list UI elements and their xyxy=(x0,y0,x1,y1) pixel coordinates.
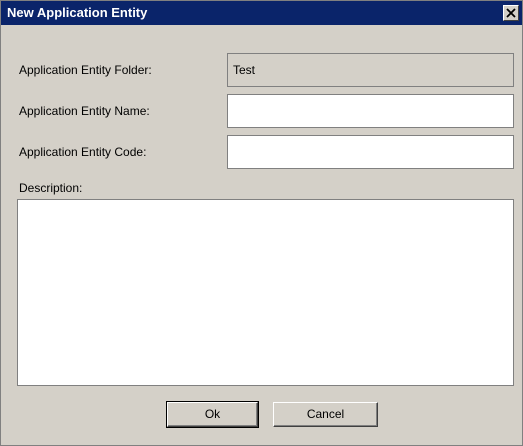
dialog-window: New Application Entity Application Entit… xyxy=(0,0,523,446)
code-field[interactable] xyxy=(227,135,514,169)
name-label: Application Entity Name: xyxy=(19,104,150,118)
folder-field: Test xyxy=(227,53,514,87)
dialog-title: New Application Entity xyxy=(7,5,148,20)
description-field[interactable] xyxy=(17,199,514,386)
ok-button[interactable]: Ok xyxy=(166,401,259,428)
folder-label: Application Entity Folder: xyxy=(19,63,152,77)
close-button[interactable] xyxy=(503,5,519,21)
name-field[interactable] xyxy=(227,94,514,128)
cancel-button[interactable]: Cancel xyxy=(273,402,378,427)
description-label: Description: xyxy=(19,181,83,195)
code-label: Application Entity Code: xyxy=(19,145,147,159)
title-bar[interactable]: New Application Entity xyxy=(1,1,522,25)
close-icon xyxy=(506,8,516,18)
